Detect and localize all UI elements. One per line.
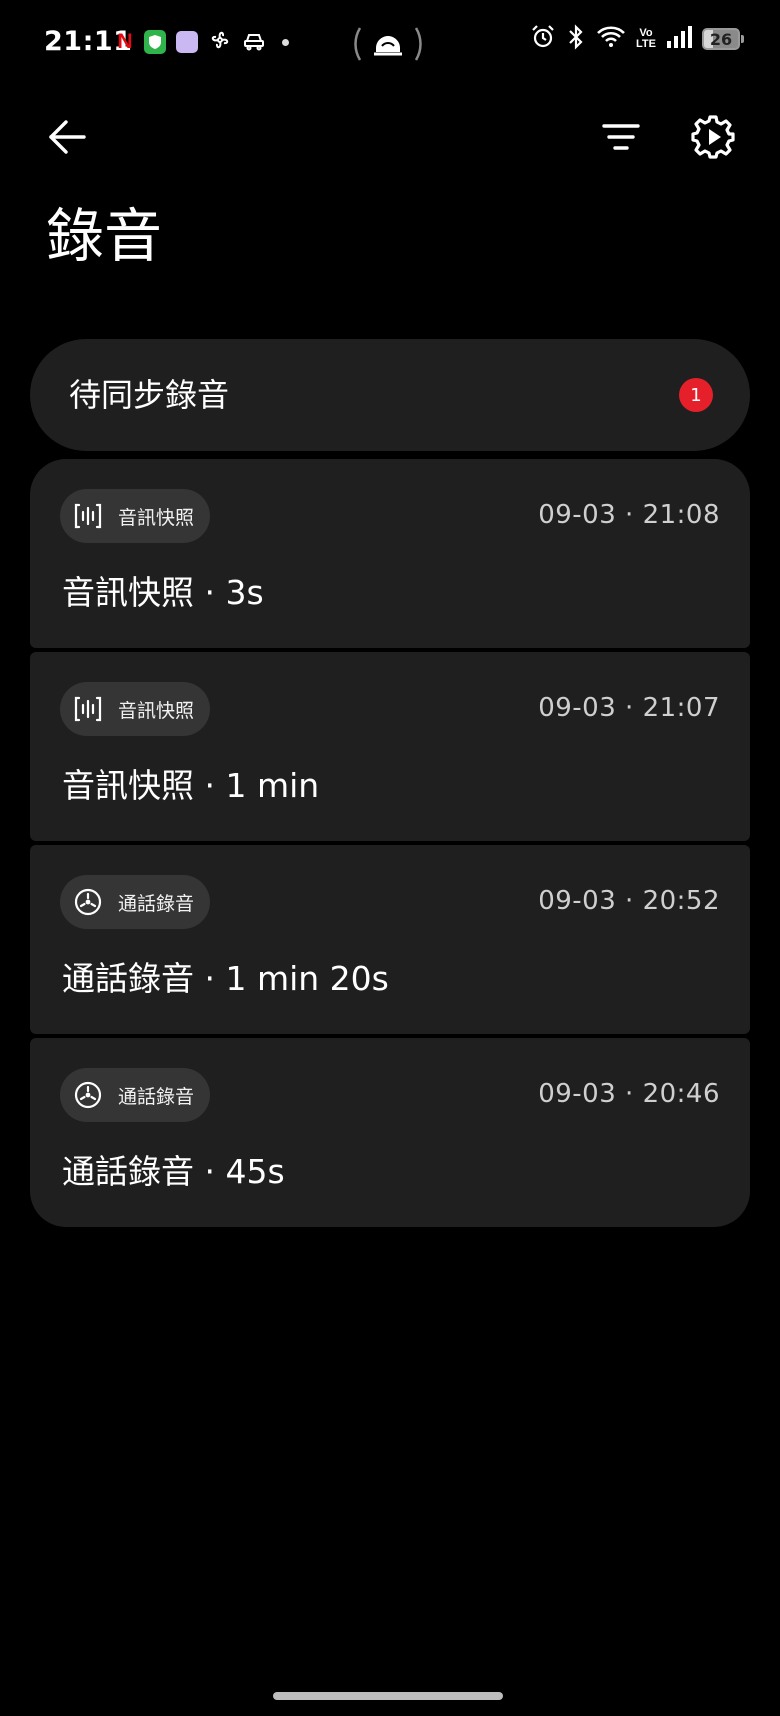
recording-item[interactable]: 音訊快照 09-03 · 21:08 音訊快照 · 3s <box>30 459 750 648</box>
pending-sync-badge: 1 <box>679 378 713 412</box>
netflix-icon: N <box>117 30 133 53</box>
pending-sync-label: 待同步錄音 <box>69 376 230 414</box>
back-button[interactable] <box>42 112 92 162</box>
filter-icon <box>602 124 640 150</box>
filter-button[interactable] <box>596 112 646 162</box>
status-right-icons: Vo LTE 26 <box>530 24 744 54</box>
audio-snapshot-icon <box>72 693 104 725</box>
signal-icon <box>666 25 692 53</box>
app-icon <box>176 31 198 53</box>
recording-title: 通話錄音 · 45s <box>62 1152 285 1191</box>
dot-icon <box>282 38 289 46</box>
call-recording-icon <box>72 886 104 918</box>
bluetooth-icon <box>566 24 586 54</box>
wifi-icon <box>596 25 626 53</box>
recording-type-label: 音訊快照 <box>118 506 195 529</box>
shield-icon <box>144 30 166 54</box>
recording-type-label: 通話錄音 <box>118 1085 195 1108</box>
settings-button[interactable] <box>686 110 740 164</box>
pending-sync-row[interactable]: 待同步錄音 1 <box>30 339 750 451</box>
recording-item[interactable]: 通話錄音 09-03 · 20:52 通話錄音 · 1 min 20s <box>30 845 750 1034</box>
recording-timestamp: 09-03 · 21:08 <box>538 500 720 530</box>
recording-item[interactable]: 通話錄音 09-03 · 20:46 通話錄音 · 45s <box>30 1038 750 1227</box>
recording-title: 音訊快照 · 3s <box>62 573 264 612</box>
recording-timestamp: 09-03 · 20:52 <box>538 886 720 916</box>
call-recording-icon <box>72 1079 104 1111</box>
recording-type-chip: 通話錄音 <box>60 1068 211 1122</box>
alarm-icon <box>530 24 556 54</box>
gesture-navigation-bar[interactable] <box>273 1692 503 1700</box>
recording-type-chip: 通話錄音 <box>60 875 211 929</box>
volte-icon: Vo LTE <box>636 27 656 50</box>
arrow-left-icon <box>49 120 86 154</box>
battery-icon: 26 <box>702 28 744 50</box>
car-icon <box>242 28 266 56</box>
status-left-icons: N <box>116 28 289 56</box>
recording-type-label: 通話錄音 <box>118 892 195 915</box>
recording-item[interactable]: 音訊快照 09-03 · 21:07 音訊快照 · 1 min <box>30 652 750 841</box>
hotspot-icon <box>352 22 424 66</box>
status-bar: 21:11 N Vo LTE 26 <box>0 0 780 88</box>
recording-type-chip: 音訊快照 <box>60 489 211 543</box>
recording-list: 音訊快照 09-03 · 21:08 音訊快照 · 3s 音訊快照 09-03 … <box>30 459 750 1227</box>
recording-title: 音訊快照 · 1 min <box>62 766 320 805</box>
recording-timestamp: 09-03 · 20:46 <box>538 1079 720 1109</box>
recording-type-chip: 音訊快照 <box>60 682 211 736</box>
recording-title: 通話錄音 · 1 min 20s <box>62 959 389 998</box>
settings-gear-icon <box>691 115 735 159</box>
audio-snapshot-icon <box>72 500 104 532</box>
recording-timestamp: 09-03 · 21:07 <box>538 693 720 723</box>
recording-type-label: 音訊快照 <box>118 699 195 722</box>
fan-icon <box>208 28 232 56</box>
page-title: 錄音 <box>46 202 163 270</box>
